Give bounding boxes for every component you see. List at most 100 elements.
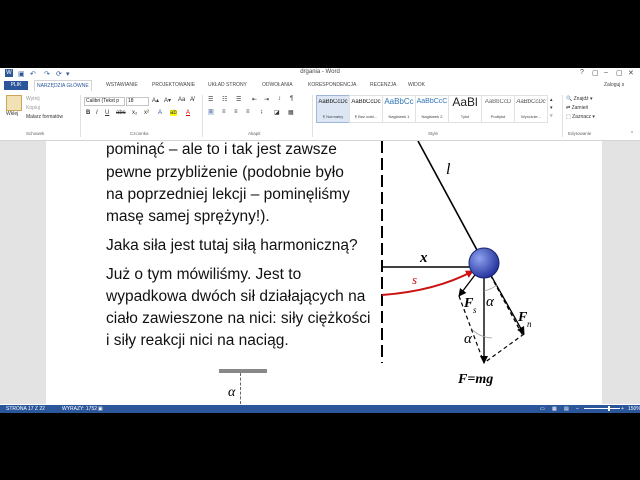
style-heading-2[interactable]: AaBbCcC Nagłówek 2 <box>415 95 449 123</box>
format-painter-button[interactable]: Malarz formatów <box>26 114 63 120</box>
bullets-icon[interactable]: ☰ <box>208 96 213 103</box>
align-left-icon[interactable]: ≡ <box>208 109 214 115</box>
bold-icon[interactable]: B <box>86 110 90 116</box>
tab-file[interactable]: PLIK <box>4 81 28 90</box>
word-count[interactable]: WYRAZY: 1752 <box>62 405 97 413</box>
tab-view[interactable]: WIDOK <box>408 82 425 88</box>
numbering-icon[interactable]: ☷ <box>222 96 227 103</box>
change-case-icon[interactable]: Aa <box>178 97 185 103</box>
collapse-ribbon-icon[interactable]: ⌃ <box>630 131 634 137</box>
group-label-styles: Style <box>428 131 439 136</box>
style-no-spacing[interactable]: AaBbCcDc ¶ Bez odst... <box>349 95 383 123</box>
pendulum-ball <box>468 247 500 279</box>
zoom-slider[interactable] <box>584 408 620 409</box>
justify-icon[interactable]: ≡ <box>246 109 250 115</box>
style-preview: AaBbCcDc <box>516 99 546 105</box>
tab-home[interactable]: NARZĘDZIA GŁÓWNE <box>34 80 92 91</box>
font-name-combo[interactable]: Calibri (Tekst p <box>84 97 125 106</box>
font-color-icon[interactable]: A <box>186 110 190 116</box>
arc-s <box>381 270 474 296</box>
lower-angle-label: α <box>228 385 236 400</box>
copy-button[interactable]: Kopiuj <box>26 105 40 111</box>
help-icon[interactable]: ? <box>580 69 584 76</box>
underline-icon[interactable]: U <box>105 110 109 116</box>
group-separator <box>80 95 81 137</box>
web-layout-icon[interactable]: ▤ <box>564 405 569 413</box>
style-name: ¶ Bez odst... <box>354 114 378 119</box>
ribbon: Wklej Wytnij Kopiuj Malarz formatów Scho… <box>0 91 640 141</box>
close-icon[interactable]: ✕ <box>628 69 634 77</box>
print-layout-icon[interactable]: ▦ <box>552 405 557 413</box>
length-label: l <box>446 161 451 178</box>
text-line: Jaka siła jest tutaj siłą harmoniczną? <box>106 237 358 254</box>
maximize-icon[interactable]: ▢ <box>616 69 623 77</box>
displacement-label: x <box>419 250 428 266</box>
style-name: Podtytuł <box>490 114 506 119</box>
zoom-out-icon[interactable]: – <box>576 405 579 413</box>
zoom-slider-thumb[interactable] <box>608 406 610 411</box>
line-spacing-icon[interactable]: ↨ <box>260 109 263 115</box>
paste-icon[interactable] <box>6 95 22 111</box>
strikethrough-icon[interactable]: abc <box>116 110 126 116</box>
lower-dashed-line <box>240 373 242 404</box>
read-mode-icon[interactable]: ▭ <box>540 405 545 413</box>
sign-in-link[interactable]: Zaloguj s <box>604 82 624 88</box>
multilevel-list-icon[interactable]: ☰ <box>236 96 241 103</box>
group-separator <box>202 95 203 137</box>
style-emphasis[interactable]: AaBbCcDc Wyróżnie... <box>514 95 548 123</box>
text-line: ciało zawieszone na nici: siły ciężkości <box>106 310 371 327</box>
document-page[interactable]: pominąć – ale to i tak jest zawsze pewne… <box>46 141 602 404</box>
ribbon-display-options-icon[interactable]: ▢ <box>592 69 599 77</box>
tab-insert[interactable]: WSTAWIANIE <box>106 82 138 88</box>
replace-button[interactable]: ⇄ Zamień <box>566 105 588 111</box>
borders-icon[interactable]: ▦ <box>288 109 294 116</box>
text-line: i siły reakcji nici na naciąg. <box>106 332 289 349</box>
tab-layout[interactable]: UKŁAD STRONY <box>208 82 247 88</box>
text-line: pewne przybliżenie (podobnie było <box>106 164 344 181</box>
dashed-fn-to-mg <box>483 333 525 364</box>
tab-design[interactable]: PROJEKTOWANIE <box>152 82 195 88</box>
superscript-icon[interactable]: x² <box>144 110 149 116</box>
subscript-icon[interactable]: x₂ <box>132 110 137 116</box>
tab-mailings[interactable]: KORESPONDENCJA <box>308 82 356 88</box>
style-preview: AaBbCcC <box>416 98 448 105</box>
document-area: pominąć – ale to i tak jest zawsze pewne… <box>0 141 640 404</box>
tab-references[interactable]: ODWOŁANIA <box>262 82 293 88</box>
style-title[interactable]: AaBl Tytuł <box>448 95 482 123</box>
styles-scroll-up-icon[interactable]: ▴ <box>550 97 553 103</box>
find-button[interactable]: 🔍 Znajdź ▾ <box>566 96 593 102</box>
style-subtitle[interactable]: AaBbCcD Podtytuł <box>481 95 515 123</box>
text-effects-icon[interactable]: A <box>158 110 162 116</box>
tab-review[interactable]: RECENZJA <box>370 82 396 88</box>
clear-formatting-icon[interactable]: A̸ <box>190 97 194 103</box>
ribbon-tabs: PLIK NARZĘDZIA GŁÓWNE WSTAWIANIE PROJEKT… <box>0 80 640 91</box>
shading-icon[interactable]: ◪ <box>274 109 280 116</box>
increase-indent-icon[interactable]: ⇥ <box>264 96 269 103</box>
grow-font-icon[interactable]: A▴ <box>152 97 159 104</box>
font-size-combo[interactable]: 18 <box>126 97 149 106</box>
show-formatting-icon[interactable]: ¶ <box>290 96 293 102</box>
page-indicator[interactable]: STRONA 17 Z 22 <box>6 405 45 413</box>
styles-more-icon[interactable]: ▿ <box>550 113 553 119</box>
italic-icon[interactable]: I <box>96 110 98 116</box>
style-heading-1[interactable]: AaBbCc Nagłówek 1 <box>382 95 416 123</box>
align-center-icon[interactable]: ≡ <box>222 109 226 115</box>
angle-top-label: α <box>486 294 495 310</box>
sort-icon[interactable]: ↕ <box>278 96 281 102</box>
decrease-indent-icon[interactable]: ⇤ <box>252 96 257 103</box>
paste-button-label[interactable]: Wklej <box>6 111 18 117</box>
zoom-in-icon[interactable]: + <box>621 405 624 413</box>
styles-scroll-down-icon[interactable]: ▾ <box>550 105 553 111</box>
ceiling-bar <box>219 369 267 373</box>
highlight-icon[interactable]: ab <box>170 110 177 116</box>
shrink-font-icon[interactable]: A▾ <box>164 97 171 104</box>
select-button[interactable]: ⬚ Zaznacz ▾ <box>566 114 595 120</box>
proofing-icon[interactable]: ▣ <box>98 405 103 413</box>
group-separator <box>312 95 313 137</box>
style-normal[interactable]: AaBbCcDc ¶ Normalny <box>316 95 350 123</box>
minimize-icon[interactable]: – <box>604 69 608 76</box>
align-right-icon[interactable]: ≡ <box>234 109 238 115</box>
force-fn-sub: n <box>527 319 532 329</box>
cut-button[interactable]: Wytnij <box>26 96 40 102</box>
zoom-level[interactable]: 150% <box>628 405 640 413</box>
